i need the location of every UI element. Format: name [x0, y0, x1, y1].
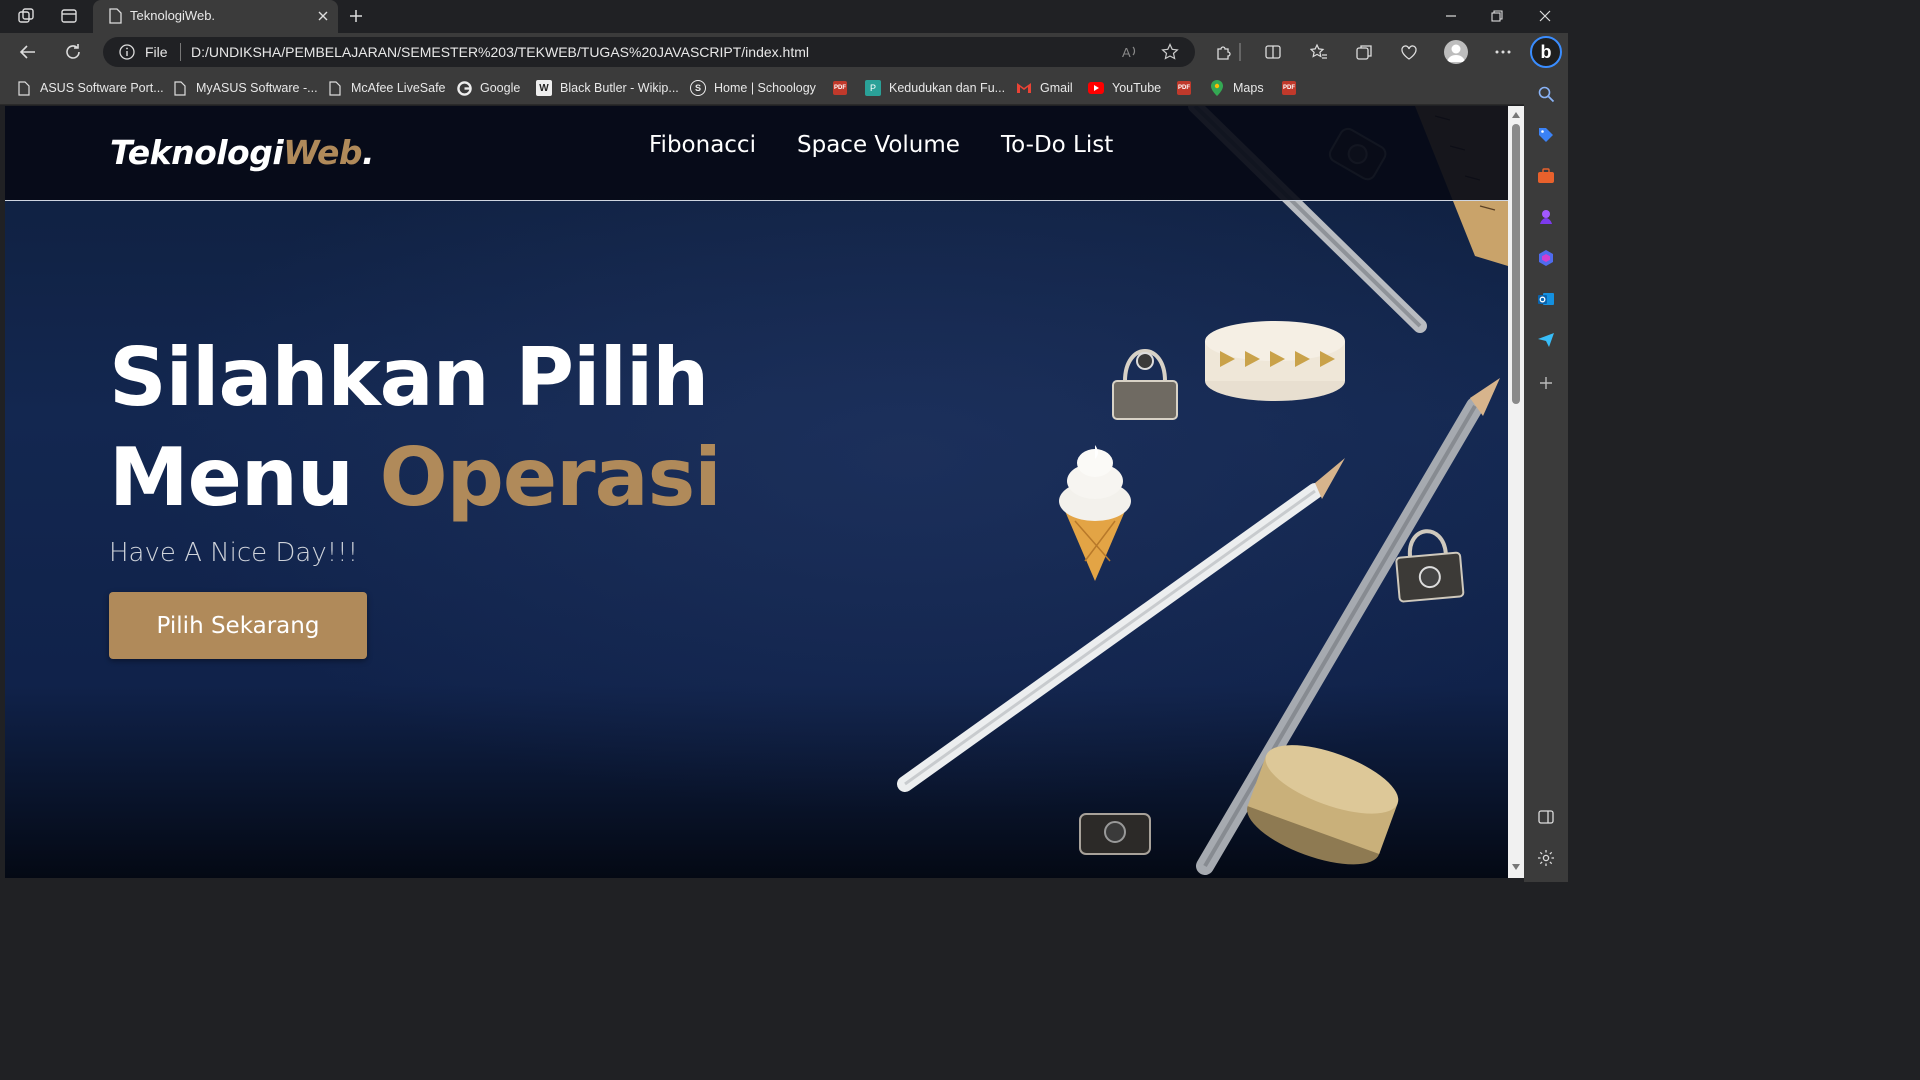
bookmark-label: Black Butler - Wikip...: [560, 81, 679, 95]
tab-title: TeknologiWeb.: [130, 8, 216, 23]
tools-briefcase-icon[interactable]: [1535, 165, 1557, 187]
page-scrollbar[interactable]: [1508, 106, 1524, 878]
page-viewport: TeknologiWeb. Fibonacci Space Volume To-…: [5, 106, 1508, 878]
minimize-icon[interactable]: [1428, 0, 1474, 32]
hero-title: Silahkan Pilih Menu Operasi: [109, 328, 722, 528]
nav-link-fibonacci[interactable]: Fibonacci: [649, 132, 756, 158]
hero-title-line1: Silahkan Pilih: [109, 331, 709, 424]
wikipedia-icon: W: [536, 80, 552, 96]
microsoft365-icon[interactable]: [1535, 247, 1557, 269]
bookmark-label: Gmail: [1040, 81, 1073, 95]
bookmark-label: YouTube: [1112, 81, 1162, 95]
bookmark-item[interactable]: PDF: [1281, 79, 1297, 97]
bookmark-item[interactable]: Gmail: [1016, 79, 1073, 97]
page-icon: [172, 80, 188, 96]
bookmark-label: MyASUS Software -...: [196, 81, 318, 95]
bookmark-item[interactable]: McAfee LiveSafe: [327, 79, 446, 97]
logo-dot: .: [361, 133, 375, 172]
bookmark-label: Google: [480, 81, 521, 95]
scroll-up-arrow-icon[interactable]: [1511, 110, 1521, 120]
page-icon: [327, 80, 343, 96]
address-url[interactable]: D:/UNDIKSHA/PEMBELAJARAN/SEMESTER%203/TE…: [191, 44, 809, 60]
logo-text-accent: Web: [283, 133, 362, 172]
extensions-icon[interactable]: [1211, 39, 1237, 65]
bookmark-label: Home | Schoology: [714, 81, 816, 95]
read-aloud-icon[interactable]: A: [1119, 42, 1141, 62]
restore-icon[interactable]: [1474, 0, 1520, 32]
favorite-star-icon[interactable]: [1159, 42, 1181, 62]
address-bar[interactable]: File D:/UNDIKSHA/PEMBELAJARAN/SEMESTER%2…: [103, 37, 1195, 67]
edge-sidebar: [1524, 71, 1568, 882]
hero-title-accent: Operasi: [379, 431, 722, 524]
bookmark-item[interactable]: ASUS Software Port...: [16, 79, 164, 97]
desk-photo-illustration: [897, 106, 1508, 875]
more-options-icon[interactable]: [1490, 39, 1516, 65]
page-icon: [101, 4, 129, 28]
schoology-icon: S: [690, 80, 706, 96]
bookmark-label: Kedudukan dan Fu...: [889, 81, 1006, 95]
hero-subtitle: Have A Nice Day!!!: [109, 538, 359, 568]
scroll-down-arrow-icon[interactable]: [1511, 862, 1521, 872]
pilih-sekarang-button[interactable]: Pilih Sekarang: [109, 592, 367, 659]
bookmark-item[interactable]: Google: [456, 79, 520, 97]
browser-title-bar: TeknologiWeb.: [0, 0, 1568, 33]
close-window-icon[interactable]: [1522, 0, 1568, 32]
back-icon[interactable]: [13, 38, 43, 66]
gmail-icon: [1016, 80, 1032, 96]
site-icon: P: [865, 80, 881, 96]
drop-send-icon[interactable]: [1535, 329, 1557, 351]
google-icon: [456, 80, 472, 96]
bookmark-label: ASUS Software Port...: [40, 81, 164, 95]
bookmark-item[interactable]: W Black Butler - Wikip...: [536, 79, 679, 97]
profile-avatar[interactable]: [1444, 40, 1468, 64]
info-icon[interactable]: [119, 44, 135, 65]
bookmark-label: McAfee LiveSafe: [351, 81, 446, 95]
hero-title-line2: Menu: [109, 431, 380, 524]
site-header: TeknologiWeb. Fibonacci Space Volume To-…: [5, 106, 1508, 201]
scrollbar-thumb[interactable]: [1512, 124, 1520, 404]
collections-icon[interactable]: [1351, 39, 1377, 65]
address-separator: [180, 43, 181, 61]
new-tab-icon[interactable]: [342, 4, 370, 28]
bookmark-item[interactable]: P Kedudukan dan Fu...: [865, 79, 1005, 97]
pdf-icon: PDF: [832, 80, 848, 96]
bookmark-item[interactable]: PDF: [1176, 79, 1192, 97]
nav-link-todo-list[interactable]: To-Do List: [1001, 132, 1113, 158]
settings-gear-icon[interactable]: [1535, 847, 1557, 869]
pdf-icon: PDF: [1281, 80, 1297, 96]
page-icon: [16, 80, 32, 96]
refresh-icon[interactable]: [58, 38, 88, 66]
bookmark-item[interactable]: S Home | Schoology: [690, 79, 816, 97]
bookmarks-bar: ASUS Software Port... MyASUS Software -.…: [0, 71, 1568, 105]
add-sidebar-app-icon[interactable]: [1535, 372, 1557, 394]
bing-copilot-icon[interactable]: b: [1530, 36, 1562, 68]
close-tab-icon[interactable]: [316, 9, 330, 23]
toolbar-divider: [1239, 43, 1241, 61]
browser-essentials-icon[interactable]: [1396, 39, 1422, 65]
hide-sidebar-icon[interactable]: [1535, 806, 1557, 828]
bookmark-item[interactable]: PDF: [832, 79, 848, 97]
shopping-tag-icon[interactable]: [1535, 124, 1557, 146]
favorites-icon[interactable]: [1306, 39, 1332, 65]
tab-actions-icon[interactable]: [55, 4, 83, 28]
bookmark-item[interactable]: MyASUS Software -...: [172, 79, 318, 97]
address-scheme: File: [145, 44, 168, 60]
youtube-icon: [1088, 80, 1104, 96]
workspaces-icon[interactable]: [12, 4, 40, 28]
svg-text:A: A: [1122, 45, 1131, 60]
search-icon[interactable]: [1535, 83, 1557, 105]
bookmark-item[interactable]: Maps: [1209, 79, 1264, 97]
outlook-icon[interactable]: [1535, 288, 1557, 310]
pdf-icon: PDF: [1176, 80, 1192, 96]
browser-toolbar: File D:/UNDIKSHA/PEMBELAJARAN/SEMESTER%2…: [0, 33, 1568, 71]
tab-teknologiweb[interactable]: TeknologiWeb.: [93, 0, 338, 33]
bookmark-label: Maps: [1233, 81, 1264, 95]
nav-link-space-volume[interactable]: Space Volume: [797, 132, 960, 158]
maps-icon: [1209, 80, 1225, 96]
games-icon[interactable]: [1535, 206, 1557, 228]
site-logo[interactable]: TeknologiWeb.: [110, 133, 375, 172]
bookmark-item[interactable]: YouTube: [1088, 79, 1161, 97]
logo-text-main: Teknologi: [110, 133, 284, 172]
split-screen-icon[interactable]: [1260, 39, 1286, 65]
